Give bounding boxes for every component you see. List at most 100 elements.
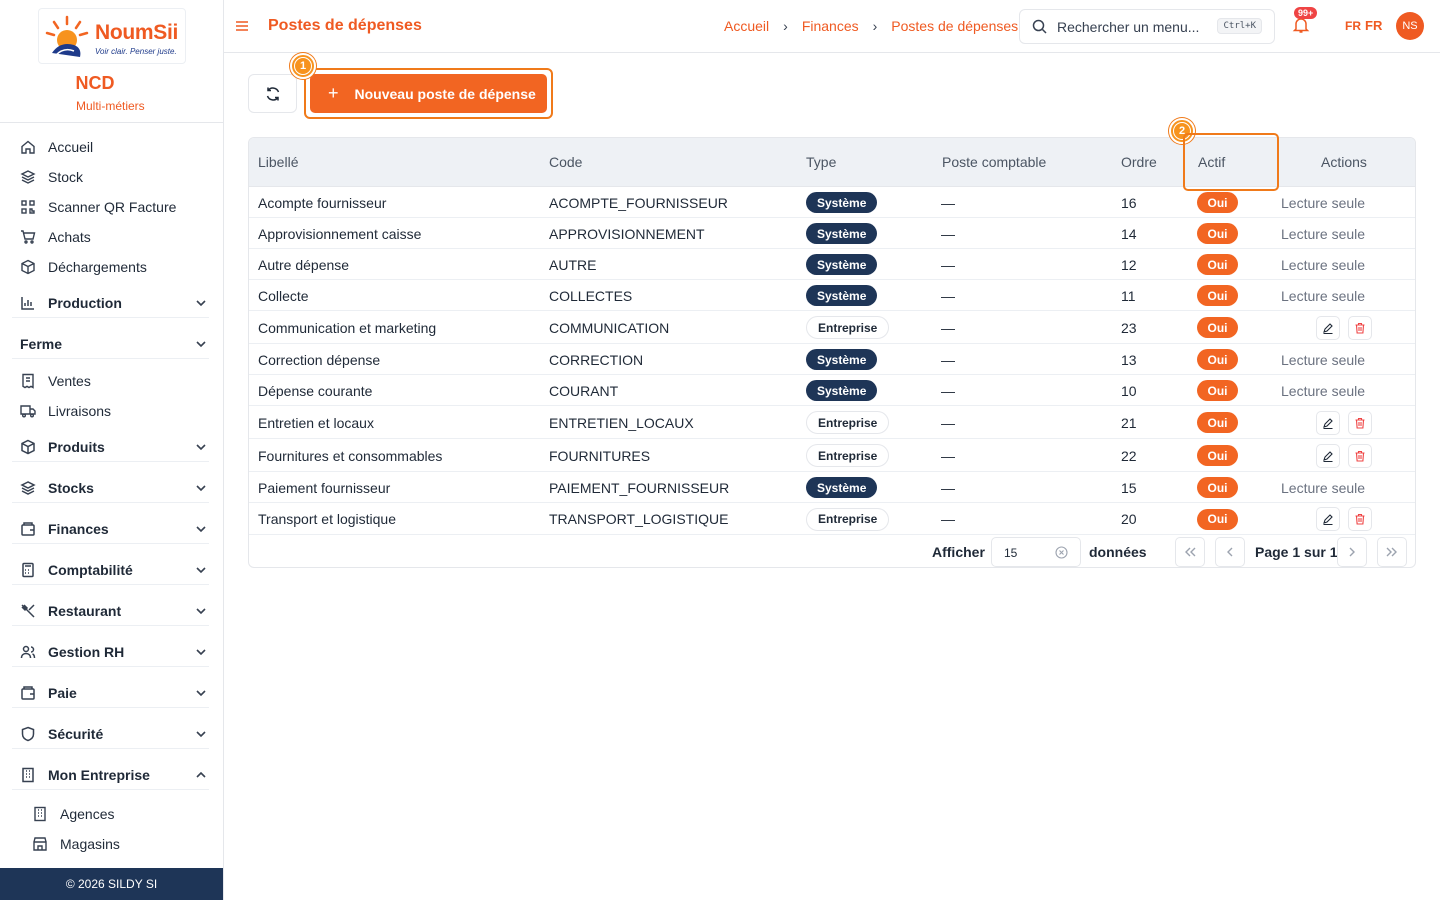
page-size-value: 15 [1004, 546, 1018, 560]
sidebar-group-securite[interactable]: Sécurité [12, 719, 209, 749]
type-badge-entreprise: Entreprise [806, 316, 890, 339]
store-icon [32, 836, 48, 852]
sidebar-group-label: Finances [48, 520, 109, 537]
cell-libelle: Communication et marketing [258, 319, 437, 336]
cell-poste-comptable: — [941, 414, 955, 431]
active-badge[interactable]: Oui [1197, 477, 1238, 498]
page-size-select[interactable]: 15 [991, 537, 1081, 567]
table-row[interactable]: Paiement fournisseur PAIEMENT_FOURNISSEUR… [249, 472, 1415, 503]
chevron-down-icon [196, 608, 206, 615]
cell-poste-comptable: — [941, 194, 955, 211]
active-badge[interactable]: Oui [1197, 254, 1238, 275]
sidebar-item-agences[interactable]: Agences [32, 806, 114, 822]
active-badge[interactable]: Oui [1197, 349, 1238, 370]
column-header-code[interactable]: Code [549, 154, 582, 170]
sidebar-item-stock[interactable]: Stock [20, 169, 83, 185]
sidebar-group-restaurant[interactable]: Restaurant [12, 596, 209, 626]
sidebar-item-magasins[interactable]: Magasins [32, 836, 120, 852]
active-badge[interactable]: Oui [1197, 285, 1238, 306]
sidebar-group-production[interactable]: Production [12, 288, 209, 318]
cell-ordre: 12 [1121, 256, 1137, 273]
next-page-button[interactable] [1337, 537, 1367, 567]
truck-icon [20, 403, 36, 419]
menu-icon[interactable] [235, 19, 249, 33]
avatar[interactable]: NS [1396, 12, 1424, 40]
delete-button[interactable] [1348, 443, 1372, 468]
cell-code: COMMUNICATION [549, 319, 670, 336]
trash-icon [1355, 450, 1365, 462]
table-row[interactable]: Fournitures et consommables FOURNITURES En… [249, 439, 1415, 472]
table-row[interactable]: Entretien et locaux ENTRETIEN_LOCAUX Entre… [249, 406, 1415, 439]
edit-button[interactable] [1316, 315, 1340, 340]
table-row[interactable]: Communication et marketing COMMUNICATION E… [249, 311, 1415, 344]
receipt-icon [20, 373, 36, 389]
edit-button[interactable] [1316, 443, 1340, 468]
sidebar-item-scanner[interactable]: Scanner QR Facture [20, 199, 176, 215]
sidebar-group-comptabilite[interactable]: Comptabilité [12, 555, 209, 585]
table-row[interactable]: Autre dépense AUTRE Système — 12 Oui Lecture s… [249, 249, 1415, 280]
sidebar-group-stocks[interactable]: Stocks [12, 473, 209, 503]
cell-code: ENTRETIEN_LOCAUX [549, 414, 694, 431]
table-row[interactable]: Transport et logistique TRANSPORT_LOGISTI… [249, 503, 1415, 535]
delete-button[interactable] [1348, 410, 1372, 435]
sidebar-group-gestion-rh[interactable]: Gestion RH [12, 637, 209, 667]
sidebar-item-ventes[interactable]: Ventes [20, 373, 91, 389]
delete-button[interactable] [1348, 507, 1372, 531]
table-row[interactable]: Correction dépense CORRECTION Système — 13 Ou… [249, 344, 1415, 375]
sidebar-group-paie[interactable]: Paie [12, 678, 209, 708]
active-badge[interactable]: Oui [1197, 380, 1238, 401]
column-header-ordre[interactable]: Ordre [1121, 154, 1157, 170]
cell-ordre: 13 [1121, 351, 1137, 368]
sidebar-item-livraisons[interactable]: Livraisons [20, 403, 111, 419]
active-badge[interactable]: Oui [1197, 508, 1238, 530]
last-page-button[interactable] [1377, 537, 1407, 567]
delete-button[interactable] [1348, 315, 1372, 340]
column-header-type[interactable]: Type [806, 154, 836, 170]
type-badge-systeme: Système [806, 349, 878, 370]
cell-code: PAIEMENT_FOURNISSEUR [549, 479, 730, 496]
edit-button[interactable] [1316, 507, 1340, 531]
calculator-icon [20, 562, 36, 578]
active-badge[interactable]: Oui [1197, 445, 1238, 466]
language-flag[interactable]: FR [1345, 19, 1361, 33]
sidebar-group-mon-entreprise[interactable]: Mon Entreprise [12, 760, 209, 790]
prev-page-button[interactable] [1215, 537, 1245, 567]
active-badge[interactable]: Oui [1197, 317, 1238, 338]
search-icon [1032, 19, 1047, 34]
refresh-button[interactable] [248, 74, 297, 113]
table-row[interactable]: Collecte COLLECTES Système — 11 Oui Lecture se… [249, 280, 1415, 311]
cell-poste-comptable: — [941, 351, 955, 368]
search-input[interactable]: Rechercher un menu... Ctrl+K [1019, 9, 1275, 44]
breadcrumb-separator: › [783, 18, 788, 34]
layers-icon [20, 169, 36, 185]
breadcrumb-item[interactable]: Finances [802, 18, 859, 34]
sidebar-group-finances[interactable]: Finances [12, 514, 209, 544]
language-selector[interactable]: FR [1365, 18, 1382, 33]
breadcrumb-item[interactable]: Accueil [724, 18, 769, 34]
cell-ordre: 11 [1121, 287, 1136, 304]
new-expense-button[interactable]: + Nouveau poste de dépense [310, 74, 547, 113]
column-header-poste-comptable[interactable]: Poste comptable [942, 154, 1046, 170]
table-row[interactable]: Acompte fournisseur ACOMPTE_FOURNISSEUR Sy… [249, 187, 1415, 218]
active-badge[interactable]: Oui [1197, 412, 1238, 433]
column-header-libelle[interactable]: Libellé [258, 154, 298, 170]
sidebar-item-accueil[interactable]: Accueil [20, 139, 93, 155]
table-row[interactable]: Approvisionnement caisse APPROVISIONNEMEN… [249, 218, 1415, 249]
table-row[interactable]: Dépense courante COURANT Système — 10 Oui Lect… [249, 375, 1415, 406]
company-logo[interactable]: NoumSii Voir clair. Penser juste. [38, 8, 186, 64]
active-badge[interactable]: Oui [1197, 192, 1238, 213]
sidebar-item-dechargements[interactable]: Déchargements [20, 259, 147, 275]
edit-button[interactable] [1316, 410, 1340, 435]
sidebar-item-achats[interactable]: Achats [20, 229, 91, 245]
read-only-label: Lecture seule [1281, 194, 1366, 211]
trash-icon [1355, 322, 1365, 334]
first-page-button[interactable] [1175, 537, 1205, 567]
cell-libelle: Collecte [258, 287, 309, 304]
active-badge[interactable]: Oui [1197, 223, 1238, 244]
chevron-down-icon [196, 485, 206, 492]
clear-icon[interactable] [1055, 546, 1068, 559]
chevron-down-icon [196, 444, 206, 451]
sidebar-group-label: Stocks [48, 479, 94, 496]
sidebar-group-ferme[interactable]: Ferme [12, 329, 209, 359]
sidebar-group-produits[interactable]: Produits [12, 432, 209, 462]
